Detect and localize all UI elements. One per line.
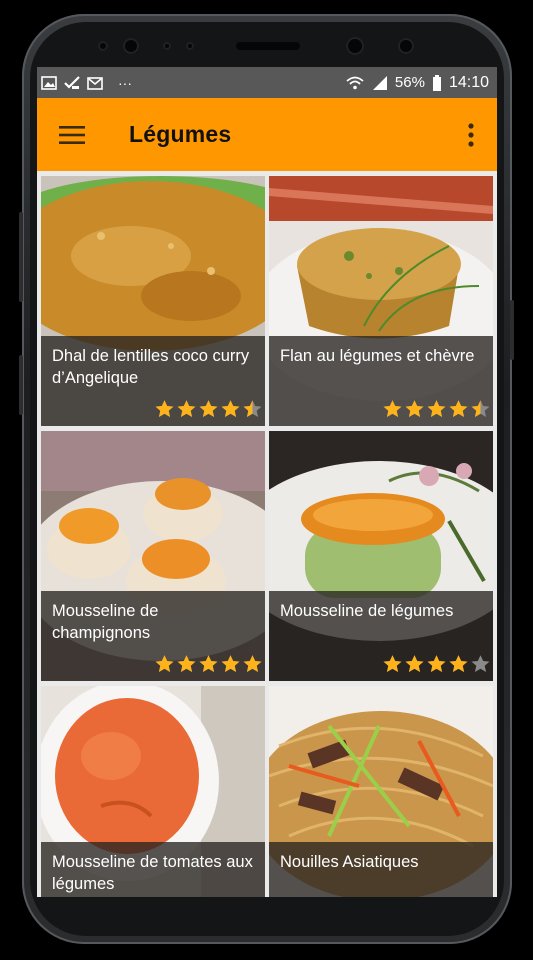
recipe-title: Nouilles Asiatiques [280,853,419,871]
star-icon [427,655,446,672]
sensor-dot [123,38,139,54]
page-title: Légumes [129,121,232,147]
check-icon [64,75,80,89]
recipe-title: Mousseline de tomates aux légumes [52,853,253,893]
recipe-card[interactable]: Flan au légumes et chèvre [269,176,493,426]
more-notifications: ··· [118,74,132,91]
recipe-card[interactable]: Dhal de lentilles coco curry d’Angelique [41,176,265,426]
recipe-title: Mousseline de légumes [280,602,454,620]
sensor-dot [163,42,171,50]
star-icon [177,655,196,672]
mail-icon [87,76,103,90]
recipe-grid: Dhal de lentilles coco curry d’Angelique… [37,171,497,897]
power-button [510,300,514,360]
status-bar: ··· 56% 14:10 [37,67,497,98]
star-icon [383,655,402,672]
screen: ··· 56% 14:10 Légumes Dhal de lentilles … [37,67,497,897]
star-icon [427,400,446,417]
more-vert-icon [468,122,474,147]
sensor-dot [98,41,108,51]
clock: 14:10 [448,73,489,91]
star-icon [405,400,424,417]
star-icon [449,655,468,672]
rating-stars [154,399,263,419]
recipe-caption-overlay: Dhal de lentilles coco curry d’Angelique [41,336,265,426]
overflow-menu-button[interactable] [449,98,493,171]
star-icon [199,400,218,417]
star-icon [471,655,490,672]
recipe-card[interactable]: Nouilles Asiatiques [269,686,493,897]
menu-button[interactable] [42,98,102,171]
star-icon [405,655,424,672]
volume-button [19,212,23,302]
star-icon [243,400,262,417]
star-icon [155,655,174,672]
rating-stars [382,654,491,674]
star-icon [199,655,218,672]
sensor-dot [186,42,194,50]
recipe-card[interactable]: Mousseline de légumes [269,431,493,681]
star-icon [243,655,262,672]
front-camera [346,37,364,55]
battery-percent: 56% [394,74,425,91]
recipe-title: Mousseline de champignons [52,602,159,642]
recipe-caption-overlay: Mousseline de légumes [269,591,493,681]
image-icon [41,75,57,90]
star-icon [221,400,240,417]
star-icon [155,400,174,417]
signal-icon [372,75,387,90]
app-bar: Légumes [37,98,497,171]
recipe-title: Flan au légumes et chèvre [280,347,475,365]
recipe-card[interactable]: Mousseline de tomates aux légumes [41,686,265,897]
star-icon [221,655,240,672]
star-icon [177,400,196,417]
recipe-caption-overlay: Flan au légumes et chèvre [269,336,493,426]
star-icon [449,400,468,417]
bixby-button [19,355,23,415]
star-icon [471,400,490,417]
rating-stars [382,399,491,419]
rating-stars [154,654,263,674]
battery-icon [432,74,441,91]
recipe-card[interactable]: Mousseline de champignons [41,431,265,681]
star-icon [383,400,402,417]
recipe-title: Dhal de lentilles coco curry d’Angelique [52,347,250,387]
iris-scanner [398,38,414,54]
recipe-caption-overlay: Nouilles Asiatiques [269,842,493,897]
wifi-icon [346,76,364,89]
recipe-caption-overlay: Mousseline de tomates aux légumes [41,842,265,897]
hamburger-menu-icon [59,125,85,144]
earpiece-speaker [236,42,300,50]
recipe-caption-overlay: Mousseline de champignons [41,591,265,681]
